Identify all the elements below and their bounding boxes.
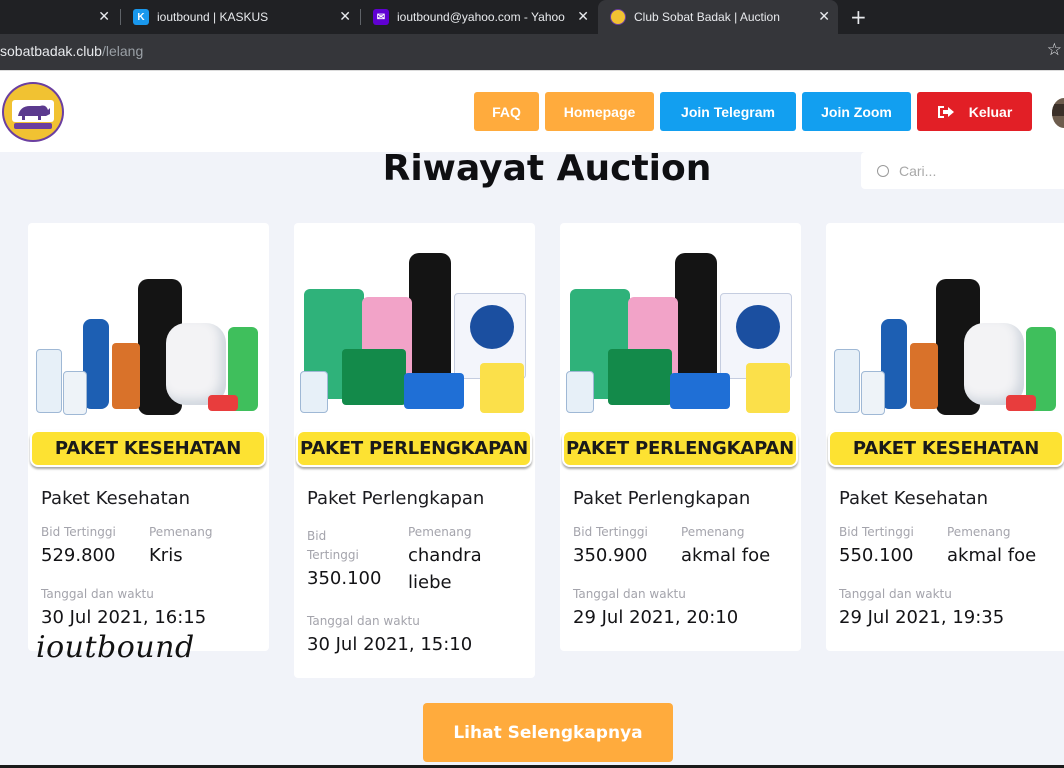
product-image: PAKET PERLENGKAPAN (294, 223, 535, 478)
new-tab-icon[interactable]: + (850, 5, 867, 29)
winner-value: Kris (149, 545, 183, 566)
card-title: Paket Kesehatan (41, 488, 191, 509)
bid-label: Bid Tertinggi (573, 525, 648, 539)
tab-club-sobat-badak[interactable]: Club Sobat Badak | Auction ✕ (598, 0, 838, 34)
date-value: 30 Jul 2021, 16:15 (41, 607, 207, 628)
club-logo-favicon-icon (610, 9, 626, 25)
url-text[interactable]: sobatbadak.club/lelang (0, 43, 143, 59)
rhino-icon (12, 100, 54, 129)
tab-title: Club Sobat Badak | Auction (634, 10, 780, 24)
search-input[interactable] (899, 162, 1059, 179)
winner-label: Pemenang (681, 525, 745, 539)
date-label: Tanggal dan waktu (839, 587, 952, 601)
yahoo-mail-favicon-icon: ✉ (373, 9, 389, 25)
winner-label: Pemenang (408, 525, 472, 539)
date-value: 30 Jul 2021, 15:10 (307, 634, 473, 655)
date-value: 29 Jul 2021, 20:10 (573, 607, 739, 628)
tab-kaskus[interactable]: K ioutbound | KASKUS ✕ (121, 0, 359, 34)
product-image: PAKET KESEHATAN (826, 223, 1064, 478)
winner-label: Pemenang (947, 525, 1011, 539)
bid-label: Bid Tertinggi (307, 529, 359, 562)
tab-yahoo-mail[interactable]: ✉ ioutbound@yahoo.com - Yahoo M ✕ (361, 0, 597, 34)
site-header: FAQ Homepage Join Telegram Join Zoom Kel… (0, 70, 1064, 152)
winner-value: akmal foe (681, 545, 771, 566)
package-banner: PAKET KESEHATAN (30, 430, 266, 467)
date-label: Tanggal dan waktu (307, 614, 420, 628)
date-value: 29 Jul 2021, 19:35 (839, 607, 1005, 628)
tab-0[interactable]: ✕ (0, 0, 118, 34)
tab-title: ioutbound@yahoo.com - Yahoo M (397, 10, 569, 24)
search-box[interactable] (861, 152, 1064, 189)
package-banner: PAKET KESEHATAN (828, 430, 1064, 467)
logout-label: Keluar (968, 103, 1013, 120)
logout-button[interactable]: Keluar (917, 92, 1032, 131)
winner-label: Pemenang (149, 525, 213, 539)
auction-card[interactable]: PAKET KESEHATAN Paket Kesehatan Bid Tert… (28, 223, 269, 651)
card-title: Paket Kesehatan (839, 488, 989, 509)
card-title: Paket Perlengkapan (307, 488, 485, 509)
address-bar[interactable]: sobatbadak.club/lelang ☆ (0, 34, 1064, 70)
bookmark-star-icon[interactable]: ☆ (1047, 40, 1062, 60)
package-banner: PAKET PERLENGKAPAN (296, 430, 532, 467)
watermark-signature: ioutbound (36, 630, 195, 665)
url-path: /lelang (101, 43, 144, 59)
bid-label: Bid Tertinggi (839, 525, 914, 539)
bid-label: Bid Tertinggi (41, 525, 116, 539)
kaskus-favicon-icon: K (133, 9, 149, 25)
product-image: PAKET PERLENGKAPAN (560, 223, 801, 478)
card-title: Paket Perlengkapan (573, 488, 751, 509)
tab-close-icon[interactable]: ✕ (98, 9, 110, 25)
search-icon (877, 164, 889, 177)
sign-out-icon (937, 105, 954, 118)
tab-title: ioutbound | KASKUS (157, 10, 269, 24)
tab-close-icon[interactable]: ✕ (577, 9, 589, 25)
winner-value: akmal foe (947, 545, 1037, 566)
auction-card[interactable]: PAKET PERLENGKAPAN Paket Perlengkapan Bi… (294, 223, 535, 678)
join-telegram-button[interactable]: Join Telegram (660, 92, 796, 131)
club-sobat-badak-logo[interactable] (2, 82, 64, 142)
tab-close-icon[interactable]: ✕ (339, 9, 351, 25)
date-label: Tanggal dan waktu (573, 587, 686, 601)
package-banner: PAKET PERLENGKAPAN (562, 430, 798, 467)
avatar-hair (1052, 104, 1064, 116)
join-zoom-button[interactable]: Join Zoom (802, 92, 911, 131)
browser-tab-bar: ✕ K ioutbound | KASKUS ✕ ✉ ioutbound@yah… (0, 0, 1064, 34)
faq-button[interactable]: FAQ (474, 92, 539, 131)
date-label: Tanggal dan waktu (41, 587, 154, 601)
bid-value: 350.900 (573, 545, 648, 566)
auction-card[interactable]: PAKET KESEHATAN Paket Kesehatan Bid Tert… (826, 223, 1064, 651)
homepage-button[interactable]: Homepage (545, 92, 654, 131)
bid-value: 350.100 (307, 568, 382, 589)
view-more-button[interactable]: Lihat Selengkapnya (423, 703, 673, 762)
tab-close-icon[interactable]: ✕ (818, 9, 830, 25)
url-host: sobatbadak.club (0, 43, 102, 59)
bid-value: 529.800 (41, 545, 116, 566)
auction-card[interactable]: PAKET PERLENGKAPAN Paket Perlengkapan Bi… (560, 223, 801, 651)
bid-value: 550.100 (839, 545, 914, 566)
product-image: PAKET KESEHATAN (28, 223, 269, 478)
winner-value: chandra liebe (408, 545, 482, 593)
